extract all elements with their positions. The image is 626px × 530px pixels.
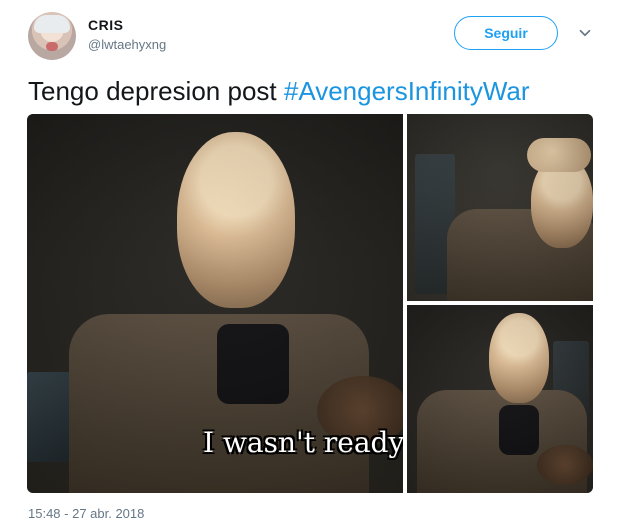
shade-overlay: [407, 114, 593, 301]
tweet-text: Tengo depresion post #AvengersInfinityWa…: [28, 76, 530, 106]
media-grid[interactable]: I wasn't ready: [27, 114, 593, 493]
user-handle[interactable]: @lwtaehyxng: [88, 37, 166, 52]
video-subtitle: I wasn't ready: [203, 426, 403, 459]
avatar[interactable]: [28, 12, 76, 60]
chevron-down-icon[interactable]: [576, 24, 594, 42]
follow-button[interactable]: Seguir: [454, 16, 558, 50]
media-photo-2[interactable]: [407, 114, 593, 301]
tweet-body: Tengo depresion post: [28, 76, 277, 106]
avatar-hair: [34, 15, 70, 33]
avatar-hand: [46, 42, 58, 51]
hashtag-link[interactable]: #AvengersInfinityWar: [284, 76, 530, 106]
media-photo-3[interactable]: [407, 305, 593, 493]
display-name[interactable]: CRIS: [88, 17, 123, 33]
shade-overlay: [407, 305, 593, 493]
tweet-timestamp[interactable]: 15:48 - 27 abr. 2018: [28, 506, 144, 521]
media-photo-1[interactable]: I wasn't ready: [27, 114, 403, 493]
